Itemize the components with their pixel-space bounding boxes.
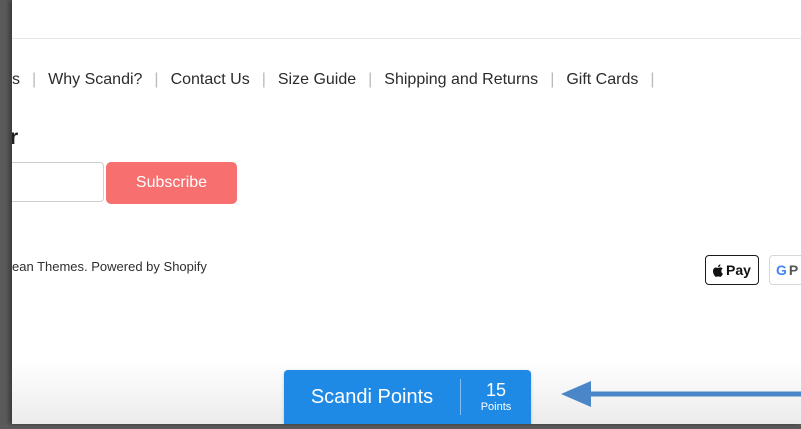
subscribe-button[interactable]: Subscribe bbox=[106, 162, 237, 204]
google-g-icon: G bbox=[776, 262, 787, 278]
apple-pay-label: Pay bbox=[726, 262, 751, 278]
email-field[interactable] bbox=[12, 162, 104, 202]
nav-separator: | bbox=[32, 71, 37, 88]
points-value: 15 bbox=[485, 380, 507, 400]
apple-pay-badge: Pay bbox=[705, 255, 759, 285]
apple-icon bbox=[713, 263, 723, 277]
nav-separator: | bbox=[154, 71, 159, 88]
nav-item-why-scandi[interactable]: Why Scandi? bbox=[48, 71, 142, 89]
footer-credit: ean Themes. Powered by Shopify bbox=[12, 259, 207, 274]
annotation-arrow-icon bbox=[561, 381, 801, 407]
newsletter-heading: r bbox=[12, 126, 19, 149]
points-unit: Points bbox=[480, 401, 512, 413]
google-pay-badge: G P bbox=[769, 255, 801, 285]
nav-item-shipping-returns[interactable]: Shipping and Returns bbox=[384, 71, 538, 89]
store-footer-page: s | Why Scandi? | Contact Us | Size Guid… bbox=[12, 0, 801, 424]
nav-separator: | bbox=[368, 71, 373, 88]
nav-item-contact-us[interactable]: Contact Us bbox=[171, 71, 250, 89]
nav-item-size-guide[interactable]: Size Guide bbox=[278, 71, 356, 89]
nav-item-partial[interactable]: s bbox=[12, 71, 20, 89]
scandi-points-button[interactable]: Scandi Points 15 Points bbox=[284, 370, 531, 424]
nav-separator: | bbox=[650, 71, 655, 88]
nav-separator: | bbox=[261, 71, 266, 88]
google-pay-label: P bbox=[788, 262, 799, 278]
theme-credit-text: ean Themes bbox=[12, 259, 85, 274]
points-count: 15 Points bbox=[461, 381, 531, 413]
nav-separator: | bbox=[550, 71, 555, 88]
points-widget-label: Scandi Points bbox=[310, 385, 434, 408]
powered-by-shopify-link[interactable]: Powered by Shopify bbox=[91, 259, 207, 274]
footer-nav: s | Why Scandi? | Contact Us | Size Guid… bbox=[12, 68, 667, 92]
nav-item-gift-cards[interactable]: Gift Cards bbox=[566, 71, 638, 89]
divider bbox=[12, 38, 801, 39]
